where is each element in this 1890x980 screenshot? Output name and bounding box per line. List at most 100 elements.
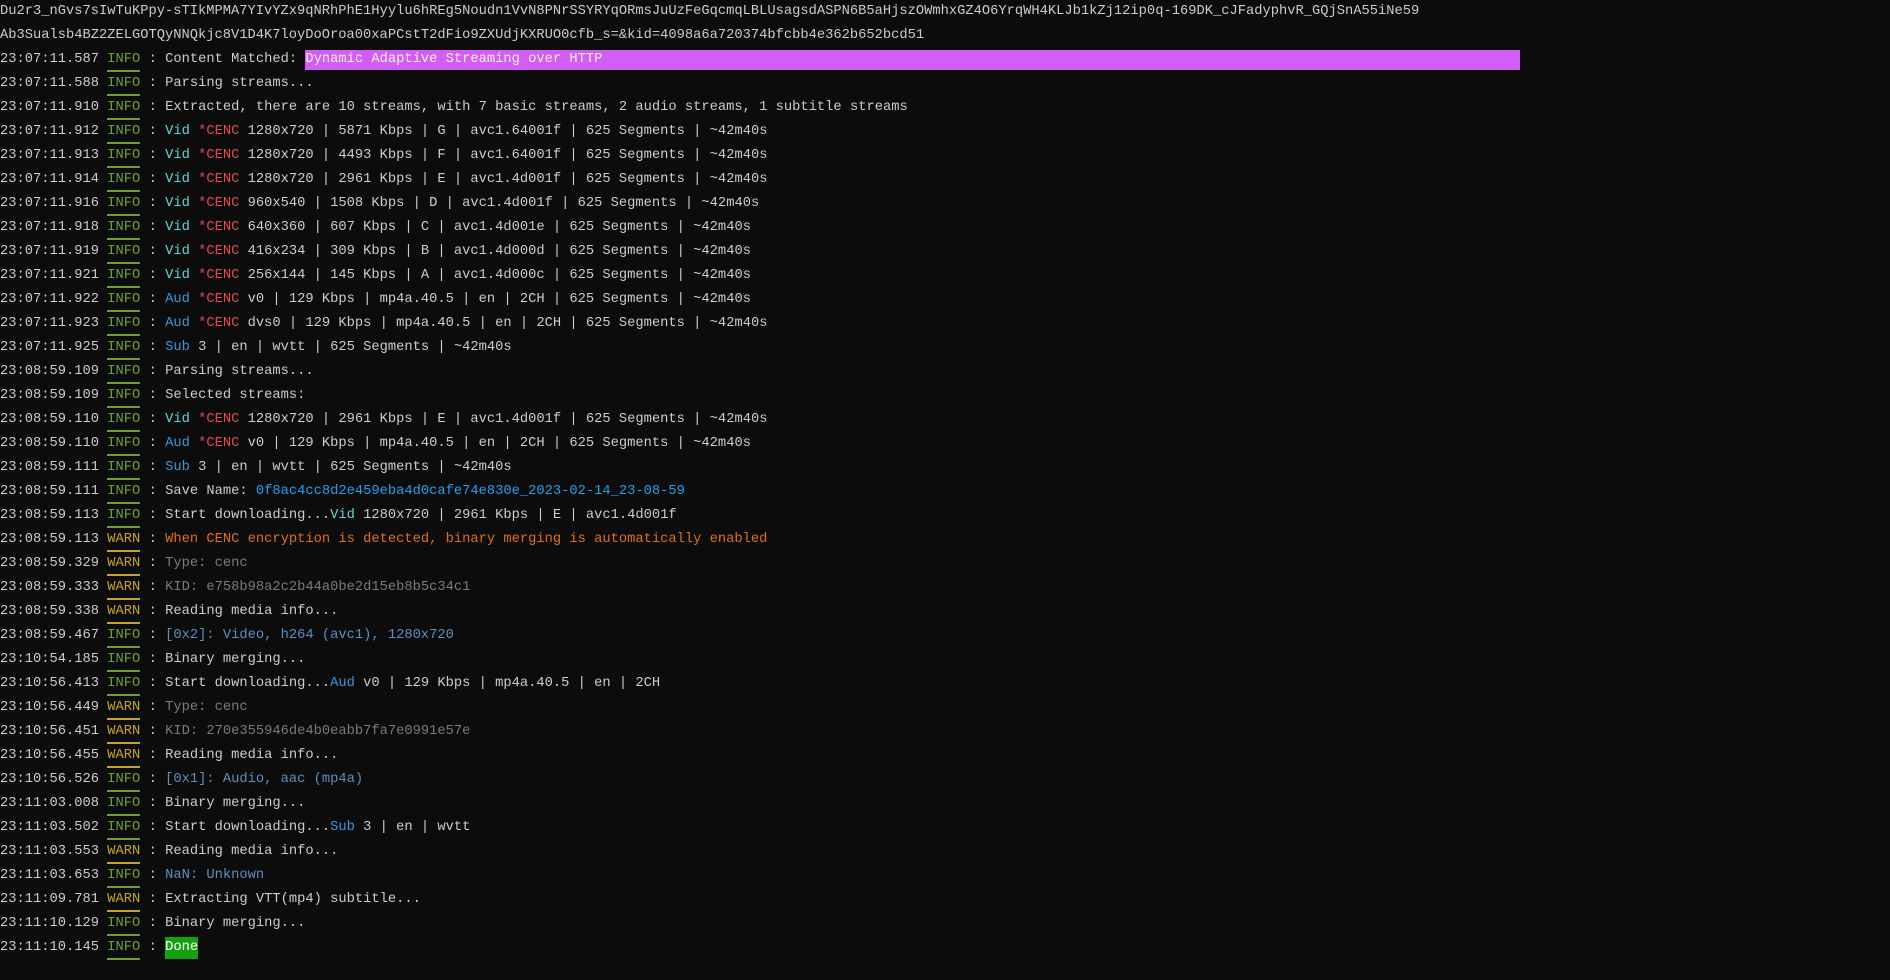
log-message-segment: Type: cenc — [165, 556, 248, 571]
log-message-segment: Vid — [165, 412, 199, 427]
log-timestamp: 23:11:03.653 — [0, 868, 100, 883]
log-level-info: INFO — [107, 338, 141, 360]
log-level-info: INFO — [107, 50, 141, 72]
log-message-segment: *CENC — [198, 268, 240, 283]
log-message-segment: 1280x720 | 2961 Kbps | E | avc1.4d001f — [354, 508, 677, 523]
log-timestamp: 23:11:03.553 — [0, 844, 100, 859]
log-message-segment: 0f8ac4cc8d2e459eba4d0cafe74e830e_2023-02… — [255, 484, 685, 499]
log-line: 23:11:03.653 INFO : NaN: Unknown — [0, 864, 1890, 888]
url-line: Du2r3_nGvs7sIwTuKPpy-sTIkMPMA7YIvYZx9qNR… — [0, 4, 1420, 19]
log-separator: : — [140, 916, 166, 931]
log-line: 23:07:11.925 INFO : Sub 3 | en | wvtt | … — [0, 336, 1890, 360]
log-timestamp: 23:08:59.467 — [0, 628, 100, 643]
log-line: 23:08:59.338 WARN : Reading media info..… — [0, 600, 1890, 624]
log-message-segment: Vid — [165, 244, 199, 259]
log-message-segment: 3 | en | wvtt | 625 Segments | ~42m40s — [189, 460, 512, 475]
log-message-segment: *CENC — [198, 124, 240, 139]
log-line: 23:11:03.008 INFO : Binary merging... — [0, 792, 1890, 816]
log-timestamp: 23:08:59.110 — [0, 436, 100, 451]
log-separator: : — [140, 364, 166, 379]
log-level-info: INFO — [107, 914, 141, 936]
log-level-info: INFO — [107, 506, 141, 528]
log-separator: : — [140, 748, 166, 763]
log-message-segment: 960x540 | 1508 Kbps | D | avc1.4d001f | … — [239, 196, 760, 211]
log-timestamp: 23:10:56.455 — [0, 748, 100, 763]
log-level-info: INFO — [107, 794, 141, 816]
log-message-segment: v0 | 129 Kbps | mp4a.40.5 | en | 2CH | 6… — [239, 436, 751, 451]
log-separator: : — [140, 892, 166, 907]
log-line: 23:08:59.109 INFO : Selected streams: — [0, 384, 1890, 408]
log-message-segment: *CENC — [198, 148, 240, 163]
log-timestamp: 23:07:11.925 — [0, 340, 100, 355]
log-separator: : — [140, 412, 166, 427]
log-level-info: INFO — [107, 362, 141, 384]
log-message-segment: *CENC — [198, 412, 240, 427]
log-line: 23:07:11.916 INFO : Vid *CENC 960x540 | … — [0, 192, 1890, 216]
log-line: 23:11:10.145 INFO : Done — [0, 936, 1890, 960]
log-message-segment: Aud — [165, 292, 199, 307]
log-level-warn: WARN — [107, 722, 141, 744]
log-message-segment: NaN: Unknown — [165, 868, 265, 883]
log-timestamp: 23:08:59.113 — [0, 508, 100, 523]
log-level-info: INFO — [107, 242, 141, 264]
log-timestamp: 23:08:59.111 — [0, 484, 100, 499]
log-line: 23:07:11.919 INFO : Vid *CENC 416x234 | … — [0, 240, 1890, 264]
log-separator: : — [140, 460, 166, 475]
log-separator: : — [140, 76, 166, 91]
log-message-segment: Start downloading... — [165, 820, 331, 835]
log-level-info: INFO — [107, 818, 141, 840]
log-level-warn: WARN — [107, 602, 141, 624]
log-separator: : — [140, 172, 166, 187]
log-level-info: INFO — [107, 74, 141, 96]
log-level-warn: WARN — [107, 698, 141, 720]
log-line: 23:11:10.129 INFO : Binary merging... — [0, 912, 1890, 936]
log-message-segment: Vid — [165, 172, 199, 187]
log-timestamp: 23:07:11.914 — [0, 172, 100, 187]
log-level-warn: WARN — [107, 578, 141, 600]
log-message-segment: 640x360 | 607 Kbps | C | avc1.4d001e | 6… — [239, 220, 751, 235]
log-level-warn: WARN — [107, 842, 141, 864]
log-timestamp: 23:07:11.916 — [0, 196, 100, 211]
log-line: 23:10:54.185 INFO : Binary merging... — [0, 648, 1890, 672]
log-level-info: INFO — [107, 122, 141, 144]
log-message-segment: Reading media info... — [165, 748, 339, 763]
log-level-warn: WARN — [107, 746, 141, 768]
log-message-segment: Selected streams: — [165, 388, 306, 403]
log-line: 23:07:11.587 INFO : Content Matched: Dyn… — [0, 48, 1890, 72]
log-message-segment: Binary merging... — [165, 652, 306, 667]
log-level-info: INFO — [107, 626, 141, 648]
log-line: 23:11:03.502 INFO : Start downloading...… — [0, 816, 1890, 840]
log-message-segment: Vid — [165, 124, 199, 139]
log-line: 23:07:11.913 INFO : Vid *CENC 1280x720 |… — [0, 144, 1890, 168]
log-message-segment: Parsing streams... — [165, 76, 314, 91]
log-level-info: INFO — [107, 650, 141, 672]
log-timestamp: 23:07:11.587 — [0, 52, 100, 67]
log-separator: : — [140, 532, 166, 547]
log-line: 23:11:09.781 WARN : Extracting VTT(mp4) … — [0, 888, 1890, 912]
log-message-segment: Aud — [165, 436, 199, 451]
log-line: 23:08:59.109 INFO : Parsing streams... — [0, 360, 1890, 384]
log-message-segment: KID: 270e355946de4b0eabb7fa7e0991e57e — [165, 724, 471, 739]
log-timestamp: 23:08:59.338 — [0, 604, 100, 619]
log-timestamp: 23:10:56.451 — [0, 724, 100, 739]
log-message-segment: Type: cenc — [165, 700, 248, 715]
log-timestamp: 23:07:11.910 — [0, 100, 100, 115]
log-level-info: INFO — [107, 410, 141, 432]
log-timestamp: 23:10:56.413 — [0, 676, 100, 691]
log-level-info: INFO — [107, 866, 141, 888]
log-separator: : — [140, 340, 166, 355]
log-line: 23:10:56.413 INFO : Start downloading...… — [0, 672, 1890, 696]
log-message-segment: 3 | en | wvtt | 625 Segments | ~42m40s — [189, 340, 512, 355]
log-line: 23:10:56.451 WARN : KID: 270e355946de4b0… — [0, 720, 1890, 744]
log-separator: : — [140, 724, 166, 739]
log-line: 23:07:11.588 INFO : Parsing streams... — [0, 72, 1890, 96]
log-message-segment: Vid — [330, 508, 355, 523]
log-line: 23:07:11.922 INFO : Aud *CENC v0 | 129 K… — [0, 288, 1890, 312]
log-timestamp: 23:08:59.109 — [0, 388, 100, 403]
log-timestamp: 23:07:11.912 — [0, 124, 100, 139]
log-line: 23:10:56.449 WARN : Type: cenc — [0, 696, 1890, 720]
log-timestamp: 23:11:03.008 — [0, 796, 100, 811]
log-line: 23:07:11.914 INFO : Vid *CENC 1280x720 |… — [0, 168, 1890, 192]
log-separator: : — [140, 484, 166, 499]
done-badge: Done — [165, 937, 199, 959]
